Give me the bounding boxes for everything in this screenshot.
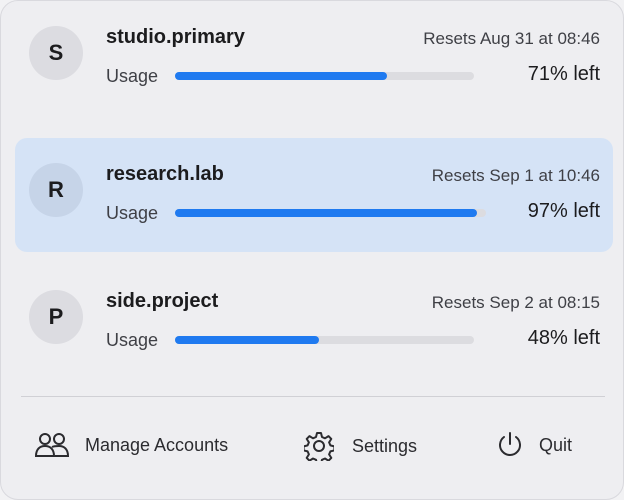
usage-remaining: 71% left — [527, 63, 600, 85]
usage-bar — [175, 209, 486, 217]
reset-time: Resets Aug 31 at 08:46 — [423, 29, 600, 48]
avatar: P — [29, 290, 83, 344]
settings-button[interactable]: Settings — [304, 431, 417, 461]
usage-bar-fill — [175, 72, 388, 80]
manage-accounts-label: Manage Accounts — [85, 434, 229, 455]
usage-label: Usage — [106, 66, 159, 86]
people-icon — [35, 431, 69, 459]
usage-bar-fill — [175, 336, 319, 344]
usage-remaining: 97% left — [527, 200, 600, 222]
usage-bar — [175, 72, 474, 80]
quit-label: Quit — [539, 434, 573, 455]
quit-button[interactable]: Quit — [497, 431, 572, 459]
account-row-research-lab[interactable]: R research.lab Resets Sep 1 at 10:46 Usa… — [15, 138, 613, 252]
account-row-side-project[interactable]: P side.project Resets Sep 2 at 08:15 Usa… — [15, 265, 613, 379]
divider — [21, 396, 605, 397]
manage-accounts-button[interactable]: Manage Accounts — [35, 431, 228, 459]
avatar: S — [29, 26, 83, 80]
account-row-studio-primary[interactable]: S studio.primary Resets Aug 31 at 08:46 … — [15, 1, 613, 115]
usage-label: Usage — [106, 203, 159, 223]
avatar: R — [29, 163, 83, 217]
usage-bar-fill — [175, 209, 477, 217]
gear-icon — [304, 431, 334, 461]
account-name: research.lab — [106, 163, 224, 185]
settings-label: Settings — [352, 435, 418, 456]
account-name: studio.primary — [106, 26, 245, 48]
accounts-popover: S studio.primary Resets Aug 31 at 08:46 … — [0, 0, 624, 500]
reset-time: Resets Sep 2 at 08:15 — [431, 293, 600, 312]
account-name: side.project — [106, 290, 219, 312]
reset-time: Resets Sep 1 at 10:46 — [431, 166, 600, 185]
usage-remaining: 48% left — [527, 327, 600, 349]
usage-bar — [175, 336, 474, 344]
usage-label: Usage — [106, 330, 159, 350]
power-icon — [497, 431, 523, 459]
